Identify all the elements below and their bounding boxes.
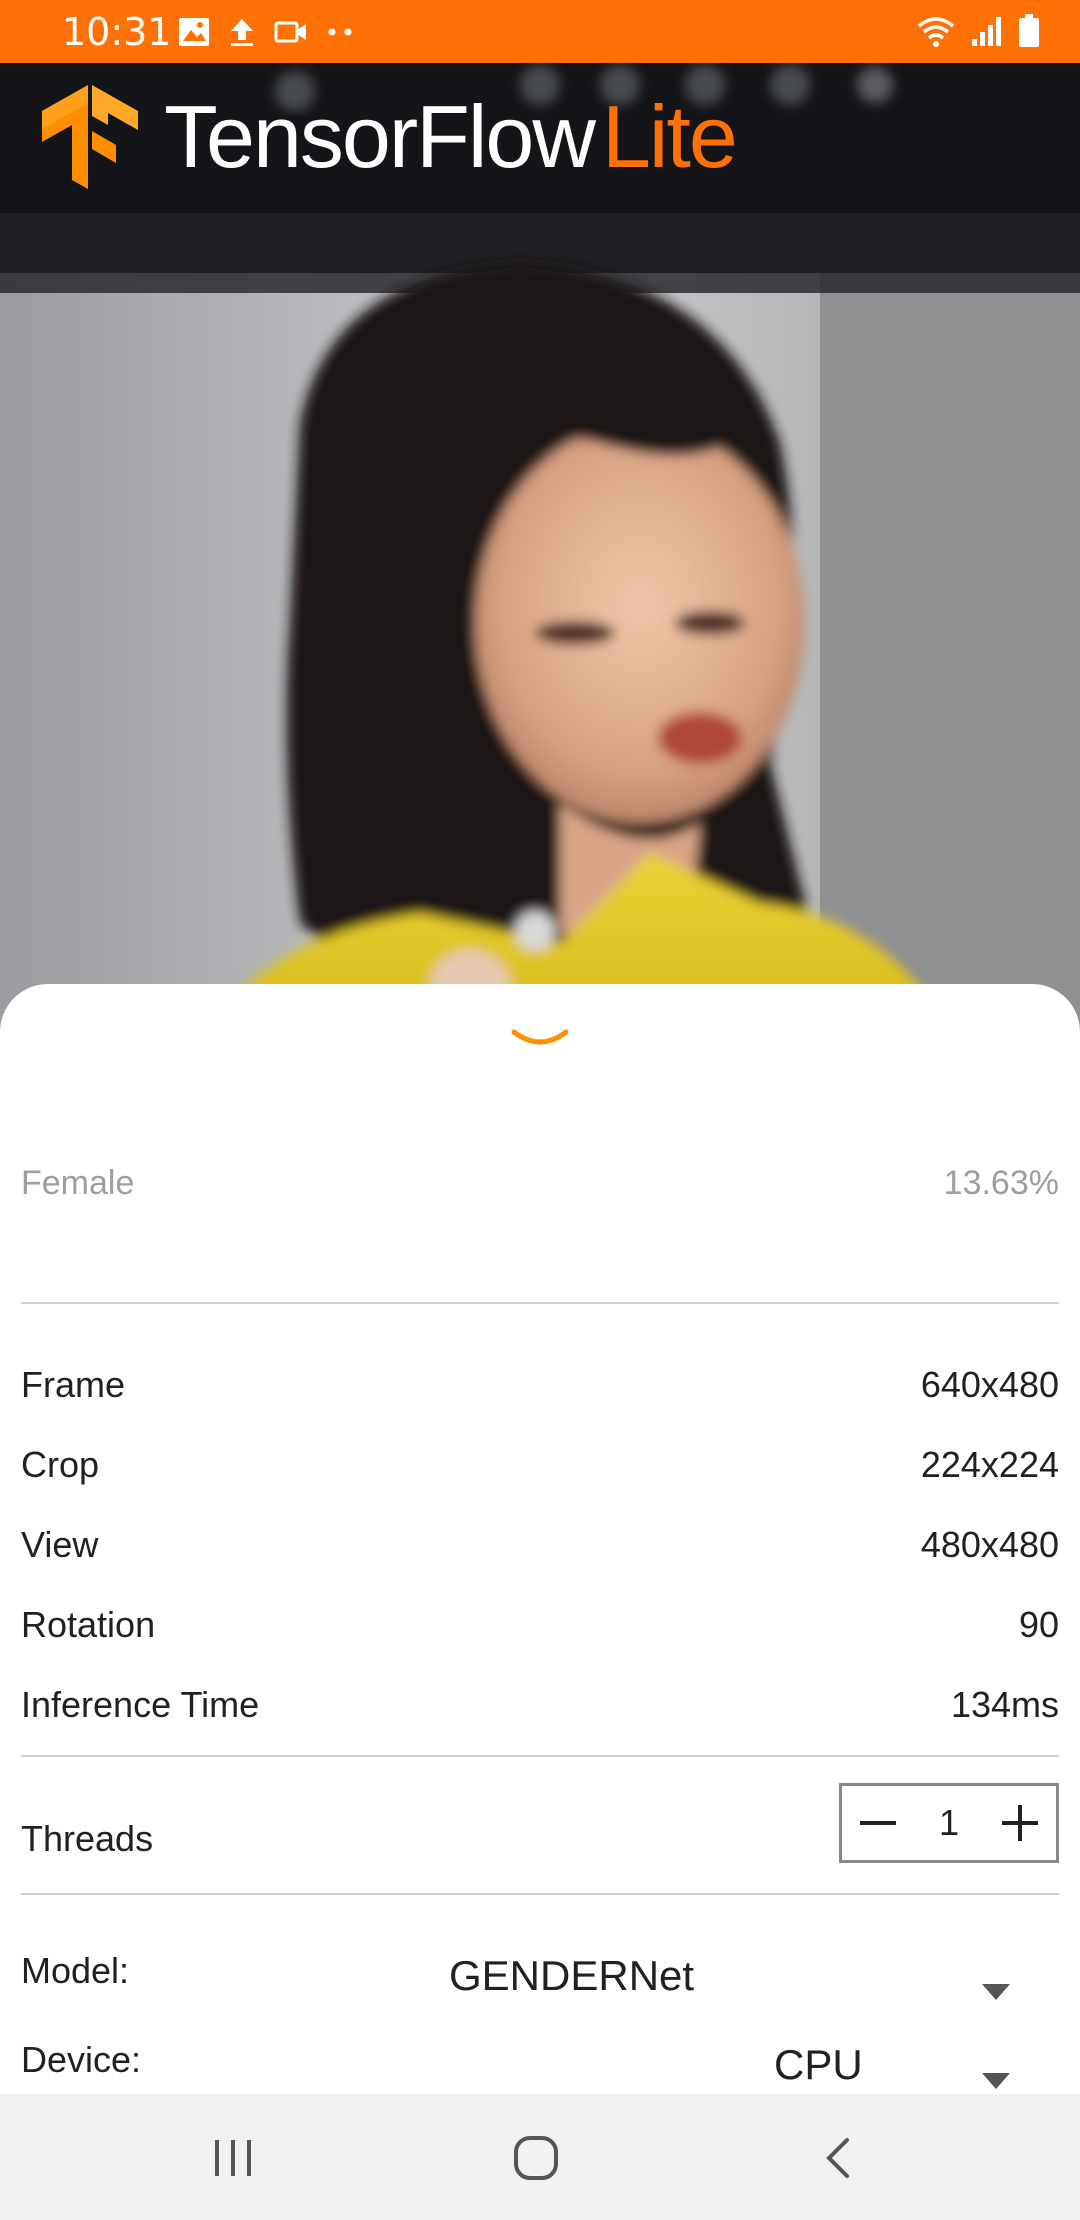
info-value: 480x480 xyxy=(920,1524,1059,1565)
model-selected-value: GENDERNet xyxy=(449,1952,695,1999)
divider xyxy=(21,1755,1059,1757)
upload-icon xyxy=(231,19,253,46)
status-bar: 10:31 xyxy=(0,0,1080,63)
tensorflow-logo-icon xyxy=(42,85,138,189)
result-confidence: 13.63% xyxy=(943,1164,1059,1202)
info-label: Crop xyxy=(21,1444,100,1485)
dropdown-arrow-icon xyxy=(982,2073,1010,2089)
recent-apps-icon xyxy=(215,2140,251,2176)
bottom-sheet: Female 13.63% Frame 640x480 Crop 224x224… xyxy=(0,984,1080,2094)
info-value: 640x480 xyxy=(920,1364,1059,1405)
app-title: TensorFlowLite xyxy=(164,87,738,187)
more-dots-icon xyxy=(328,28,352,36)
threads-decrement-button[interactable] xyxy=(842,1786,914,1860)
wifi-icon xyxy=(917,17,955,47)
plus-icon xyxy=(1002,1805,1038,1841)
camera-preview: TensorFlowLite xyxy=(0,63,1080,1123)
recent-apps-button[interactable] xyxy=(203,2130,263,2186)
info-row-inference-time: Inference Time 134ms xyxy=(21,1684,1059,1726)
model-label: Model: xyxy=(21,1950,130,1991)
info-label: Frame xyxy=(21,1364,126,1405)
info-value: 224x224 xyxy=(920,1444,1059,1485)
device-selected-value: CPU xyxy=(774,2041,863,2088)
result-label: Female xyxy=(21,1164,135,1202)
back-button[interactable] xyxy=(808,2130,868,2186)
home-button[interactable] xyxy=(506,2130,566,2186)
app-title-main: TensorFlow xyxy=(164,87,596,186)
info-label: View xyxy=(21,1524,99,1565)
status-notification-icons xyxy=(178,14,356,50)
app-title-accent: Lite xyxy=(601,87,738,186)
threads-label: Threads xyxy=(21,1818,154,1859)
divider xyxy=(21,1893,1059,1895)
video-icon xyxy=(274,21,306,43)
status-time: 10:31 xyxy=(62,10,172,54)
minus-icon xyxy=(860,1821,896,1825)
chevron-down-icon[interactable] xyxy=(510,1026,570,1050)
device-label: Device: xyxy=(21,2039,142,2080)
info-label: Rotation xyxy=(21,1604,156,1645)
threads-value: 1 xyxy=(938,1802,960,1843)
info-row-crop: Crop 224x224 xyxy=(21,1444,1059,1486)
info-row-view: View 480x480 xyxy=(21,1524,1059,1566)
info-row-rotation: Rotation 90 xyxy=(21,1604,1059,1646)
divider xyxy=(21,1302,1059,1304)
info-value: 90 xyxy=(1018,1604,1059,1645)
info-value: 134ms xyxy=(950,1684,1059,1725)
home-icon xyxy=(514,2136,558,2180)
image-icon xyxy=(179,18,209,46)
signal-icon xyxy=(972,17,1001,46)
navigation-bar xyxy=(0,2094,1080,2220)
result-row: Female 13.63% xyxy=(21,1164,1059,1203)
status-system-icons xyxy=(916,12,1040,50)
camera-frame-image xyxy=(0,63,1080,1123)
back-icon xyxy=(826,2138,849,2178)
app-logo: TensorFlowLite xyxy=(42,85,738,189)
threads-increment-button[interactable] xyxy=(984,1786,1056,1860)
dropdown-arrow-icon xyxy=(982,1984,1010,2000)
threads-stepper: 1 xyxy=(839,1783,1059,1863)
battery-icon xyxy=(1019,14,1039,47)
threads-row: Threads xyxy=(21,1818,581,1860)
info-label: Inference Time xyxy=(21,1684,260,1725)
info-row-frame: Frame 640x480 xyxy=(21,1364,1059,1406)
